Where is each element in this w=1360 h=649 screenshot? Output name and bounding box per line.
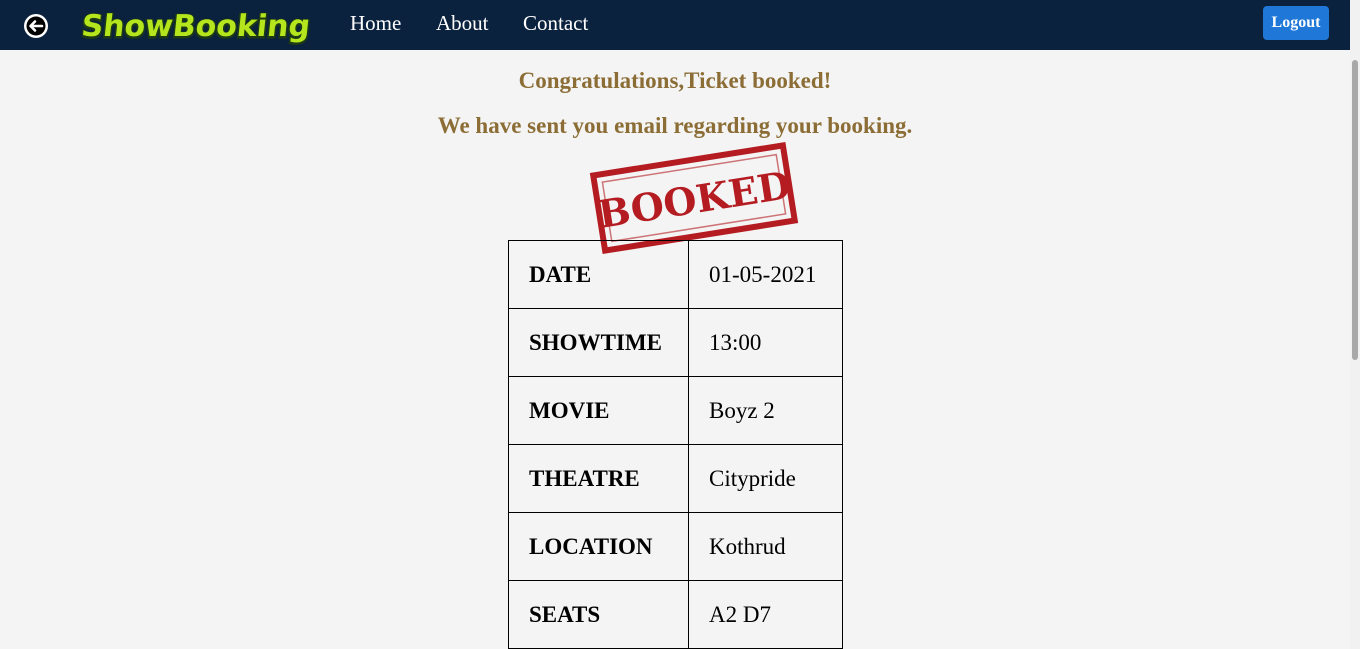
logo-text: ShowBooking bbox=[82, 9, 312, 44]
row-label: THEATRE bbox=[508, 444, 689, 513]
row-value: 13:00 bbox=[688, 308, 843, 377]
row-label: SEATS bbox=[508, 580, 689, 649]
row-value: Boyz 2 bbox=[688, 376, 843, 445]
row-label: LOCATION bbox=[508, 512, 689, 581]
table-row-location: LOCATION Kothrud bbox=[508, 512, 843, 581]
row-value: A2 D7 bbox=[688, 580, 843, 649]
nav-link-home[interactable]: Home bbox=[350, 11, 401, 36]
table-row-theatre: THEATRE Citypride bbox=[508, 444, 843, 513]
table-row-showtime: SHOWTIME 13:00 bbox=[508, 308, 843, 377]
nav-link-about[interactable]: About bbox=[436, 11, 489, 36]
row-value: 01-05-2021 bbox=[688, 240, 843, 309]
success-heading: Congratulations,Ticket booked! bbox=[518, 68, 832, 93]
booking-details-table: DATE 01-05-2021 SHOWTIME 13:00 MOVIE Boy… bbox=[508, 240, 843, 649]
nav-link-contact[interactable]: Contact bbox=[523, 11, 588, 36]
scrollbar-thumb[interactable] bbox=[1352, 60, 1358, 360]
top-navbar: ShowBooking ShowBooking Home About Conta… bbox=[0, 0, 1350, 50]
table-row-movie: MOVIE Boyz 2 bbox=[508, 376, 843, 445]
table-row-date: DATE 01-05-2021 bbox=[508, 240, 843, 309]
row-value: Kothrud bbox=[688, 512, 843, 581]
logout-button[interactable]: Logout bbox=[1263, 6, 1329, 40]
row-label: DATE bbox=[508, 240, 689, 309]
row-label: SHOWTIME bbox=[508, 308, 689, 377]
row-label: MOVIE bbox=[508, 376, 689, 445]
showbooking-logo[interactable]: ShowBooking ShowBooking bbox=[78, 4, 318, 47]
row-value: Citypride bbox=[688, 444, 843, 513]
page-scrollbar[interactable] bbox=[1350, 0, 1360, 649]
back-arrow-icon[interactable] bbox=[22, 12, 50, 40]
table-row-seats: SEATS A2 D7 bbox=[508, 580, 843, 649]
booked-stamp: BOOKED bbox=[589, 141, 800, 255]
email-notice: We have sent you email regarding your bo… bbox=[437, 113, 913, 138]
